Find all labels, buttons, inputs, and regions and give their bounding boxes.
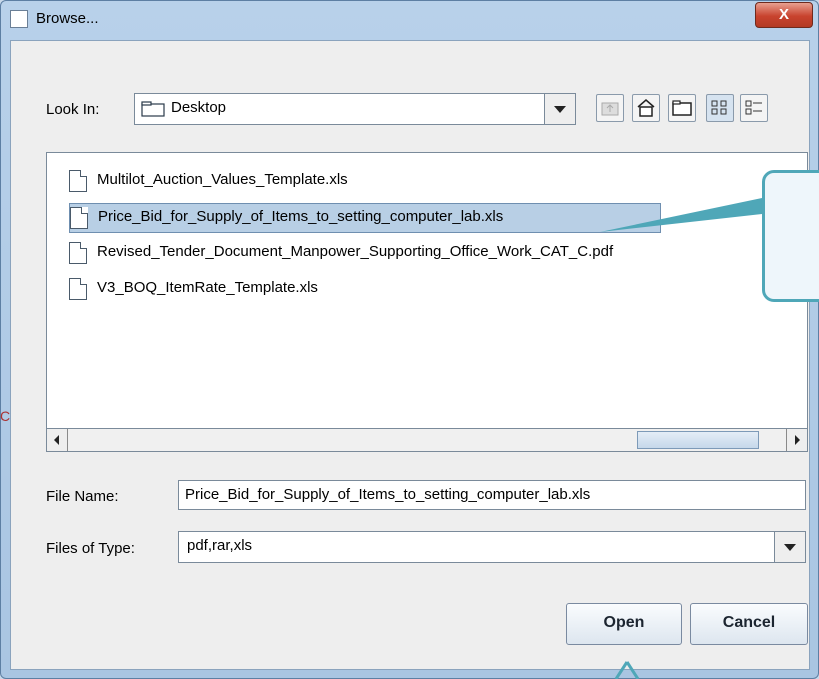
list-view-icon bbox=[711, 100, 727, 115]
file-name-input[interactable] bbox=[179, 481, 805, 507]
chevron-down-icon[interactable] bbox=[544, 94, 575, 124]
file-list[interactable]: Multilot_Auction_Values_Template.xls Pri… bbox=[46, 152, 808, 430]
file-icon bbox=[69, 170, 87, 192]
file-type-combo[interactable]: pdf,rar,xls bbox=[178, 531, 806, 563]
file-icon bbox=[69, 242, 87, 264]
scroll-right-button[interactable] bbox=[786, 429, 807, 451]
java-icon bbox=[10, 10, 28, 28]
list-item[interactable]: V3_BOQ_ItemRate_Template.xls bbox=[69, 275, 769, 303]
details-view-icon bbox=[745, 100, 762, 115]
file-icon bbox=[70, 207, 88, 229]
annotation-callout bbox=[762, 170, 819, 302]
close-button[interactable]: X bbox=[755, 2, 813, 28]
horizontal-scrollbar[interactable] bbox=[46, 428, 808, 452]
home-icon bbox=[637, 99, 655, 117]
arrow-left-icon bbox=[54, 435, 59, 445]
title-bar: Browse... X bbox=[0, 0, 819, 40]
list-item-selected[interactable]: Price_Bid_for_Supply_of_Items_to_setting… bbox=[69, 203, 661, 233]
list-item[interactable]: Multilot_Auction_Values_Template.xls bbox=[69, 167, 769, 195]
file-type-label: Files of Type: bbox=[46, 540, 135, 557]
new-folder-button[interactable] bbox=[668, 94, 696, 122]
look-in-value: Desktop bbox=[171, 99, 227, 116]
arrow-right-icon bbox=[795, 435, 800, 445]
annotation-arrow-up bbox=[614, 661, 640, 679]
look-in-combo[interactable]: Desktop bbox=[134, 93, 576, 125]
window-title: Browse... bbox=[36, 10, 99, 27]
up-folder-button[interactable] bbox=[596, 94, 624, 122]
scroll-left-button[interactable] bbox=[47, 429, 68, 451]
folder-icon bbox=[141, 101, 165, 117]
details-view-button[interactable] bbox=[740, 94, 768, 122]
new-folder-icon bbox=[672, 100, 692, 116]
background-fragment: C bbox=[0, 408, 11, 424]
file-name: Multilot_Auction_Values_Template.xls bbox=[97, 171, 348, 188]
file-name-field[interactable] bbox=[178, 480, 806, 510]
file-name: V3_BOQ_ItemRate_Template.xls bbox=[97, 279, 318, 296]
cancel-button[interactable]: Cancel bbox=[690, 603, 808, 645]
chevron-down-icon[interactable] bbox=[774, 532, 805, 562]
home-button[interactable] bbox=[632, 94, 660, 122]
file-icon bbox=[69, 278, 87, 300]
file-name-label: File Name: bbox=[46, 488, 119, 505]
look-in-label: Look In: bbox=[46, 101, 100, 118]
list-view-button[interactable] bbox=[706, 94, 734, 122]
file-type-value: pdf,rar,xls bbox=[187, 537, 253, 554]
file-name: Price_Bid_for_Supply_of_Items_to_setting… bbox=[98, 208, 504, 225]
open-button[interactable]: Open bbox=[566, 603, 682, 645]
file-name: Revised_Tender_Document_Manpower_Support… bbox=[97, 243, 614, 260]
up-folder-icon bbox=[601, 102, 619, 116]
scroll-thumb[interactable] bbox=[637, 431, 759, 449]
annotation-pointer bbox=[600, 198, 762, 232]
